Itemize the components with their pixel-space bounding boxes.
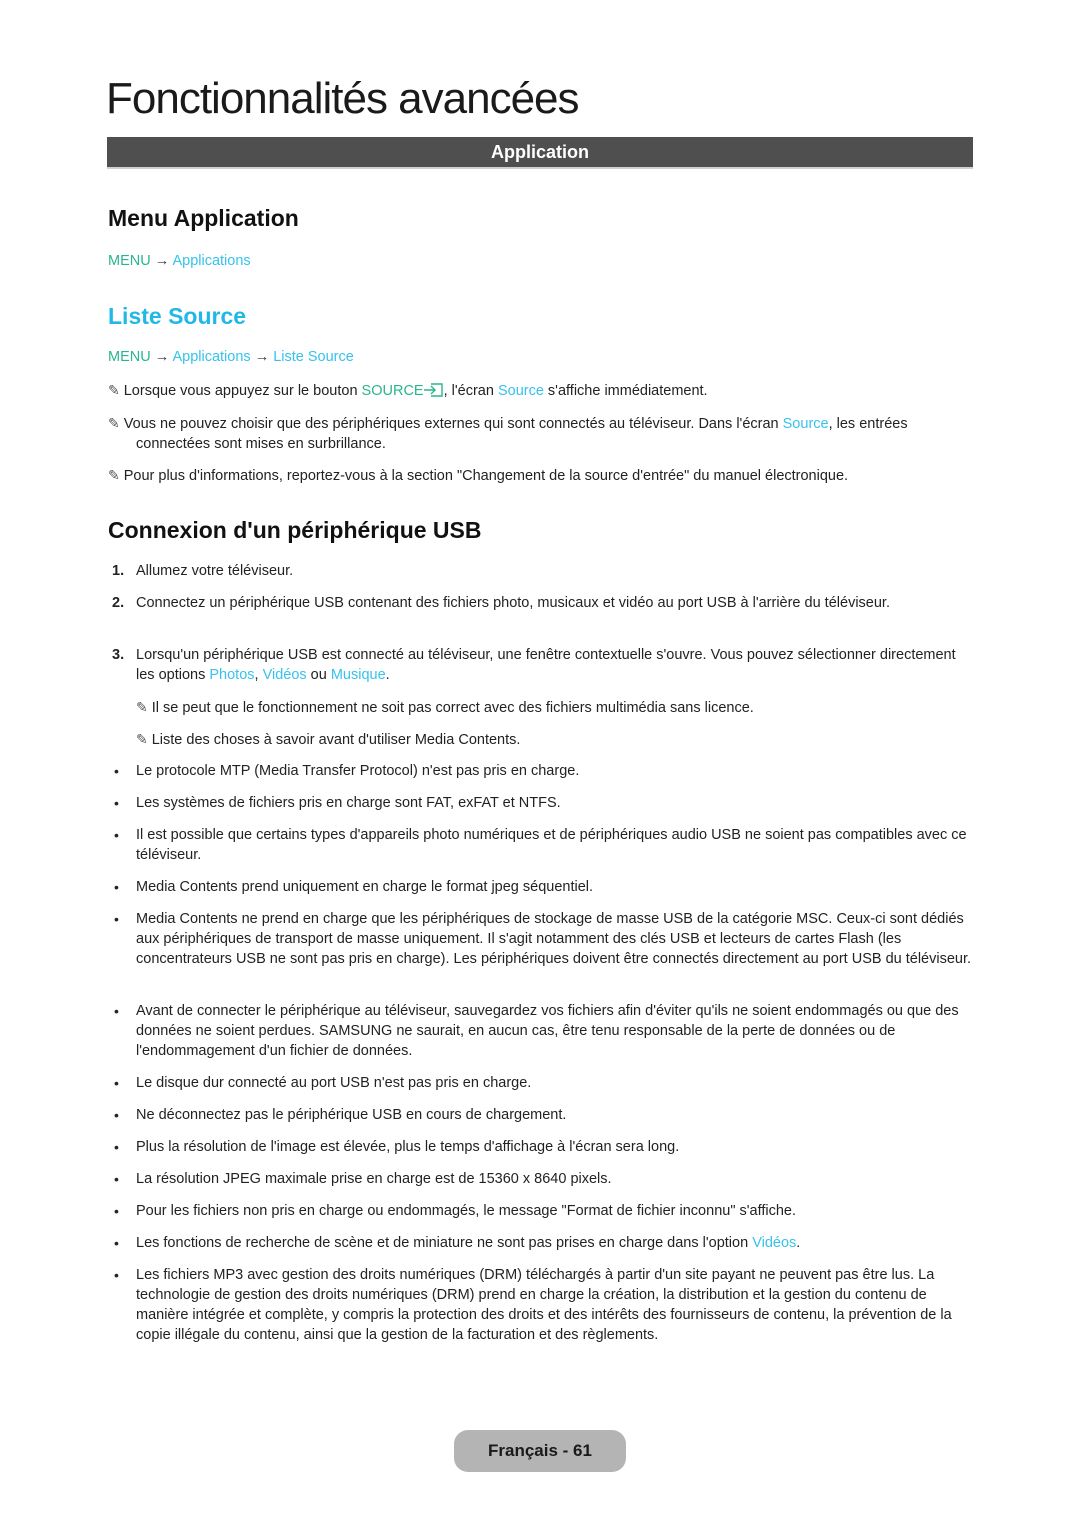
bullet-item: • Le protocole MTP (Media Transfer Protoc… bbox=[114, 763, 580, 779]
bullet-item: • Media Contents prend uniquement en char… bbox=[114, 879, 594, 895]
note-pencil-icon: ✎ bbox=[136, 731, 148, 747]
bullet-icon: • bbox=[114, 1171, 119, 1187]
breadcrumb-menu-application: MENU → Applications bbox=[108, 253, 251, 269]
source-link: Source bbox=[782, 416, 829, 432]
menu-application-heading: Menu Application bbox=[108, 205, 299, 231]
source-input-icon bbox=[423, 383, 443, 397]
note-pencil-icon: ✎ bbox=[108, 382, 120, 398]
note-license: ✎ Il se peut que le fonctionnement ne soi… bbox=[136, 699, 754, 716]
option-videos: Vidéos bbox=[262, 667, 307, 683]
breadcrumb-applications[interactable]: Applications bbox=[172, 349, 250, 365]
bullet-icon: • bbox=[114, 827, 119, 843]
bullet-item: • Les systèmes de fichiers pris en charge… bbox=[114, 795, 561, 811]
videos-link: Vidéos bbox=[752, 1235, 797, 1251]
bullet-item: • Pour les fichiers non pris en charge ou… bbox=[114, 1203, 796, 1219]
bullet-item: • Il est possible que certains types d'ap… bbox=[114, 827, 967, 863]
page-number-label: Français - 61 bbox=[488, 1441, 592, 1460]
bullet-item: • Avant de connecter le périphérique au t… bbox=[114, 1003, 959, 1059]
note-more-info: ✎ Pour plus d'informations, reportez-vous… bbox=[108, 467, 849, 484]
section-bar: Application bbox=[107, 137, 973, 169]
page-title: Fonctionnalités avancées bbox=[106, 74, 580, 123]
step-item: 1. Allumez votre téléviseur. bbox=[112, 563, 294, 579]
step-item: 2. Connectez un périphérique USB contena… bbox=[112, 595, 890, 611]
breadcrumb-arrow: → bbox=[254, 349, 270, 365]
note-media-contents: ✎ Liste des choses à savoir avant d'utili… bbox=[136, 731, 521, 748]
option-photos: Photos bbox=[209, 667, 255, 683]
bullet-icon: • bbox=[114, 1107, 119, 1123]
bullet-icon: • bbox=[114, 1075, 119, 1091]
breadcrumb-applications[interactable]: Applications bbox=[172, 253, 250, 269]
bullet-icon: • bbox=[114, 879, 119, 895]
note-external-devices: ✎ Vous ne pouvez choisir que des périphér… bbox=[108, 415, 908, 452]
bullet-icon: • bbox=[114, 763, 119, 779]
bullet-icon: • bbox=[114, 1139, 119, 1155]
bullet-item: • Plus la résolution de l'image est élevé… bbox=[114, 1139, 680, 1155]
section-bar-label: Application bbox=[491, 141, 589, 162]
step-item: 3. Lorsqu'un périphérique USB est connec… bbox=[112, 647, 956, 683]
source-link: Source bbox=[497, 383, 544, 399]
breadcrumb-arrow: → bbox=[154, 349, 170, 365]
page-number-badge: Français - 61 bbox=[454, 1430, 626, 1472]
bullet-icon: • bbox=[114, 911, 119, 927]
bullet-item: • Les fonctions de recherche de scène et … bbox=[114, 1235, 801, 1251]
breadcrumb-menu[interactable]: MENU bbox=[108, 349, 151, 365]
note-pencil-icon: ✎ bbox=[136, 699, 148, 715]
breadcrumb-liste-source[interactable]: Liste Source bbox=[273, 349, 354, 365]
breadcrumb-arrow: → bbox=[154, 253, 170, 269]
source-button-label: SOURCE bbox=[361, 383, 424, 399]
note-pencil-icon: ✎ bbox=[108, 467, 120, 483]
bullet-item: • La résolution JPEG maximale prise en ch… bbox=[114, 1171, 612, 1187]
bullet-item: • Le disque dur connecté au port USB n'es… bbox=[114, 1075, 532, 1091]
liste-source-heading: Liste Source bbox=[108, 303, 247, 329]
bullet-icon: • bbox=[114, 1235, 119, 1251]
breadcrumb-menu[interactable]: MENU bbox=[108, 253, 151, 269]
option-musique: Musique bbox=[330, 667, 386, 683]
bullet-item: • Les fichiers MP3 avec gestion des droit… bbox=[114, 1267, 952, 1343]
note-source-button: ✎ Lorsque vous appuyez sur le bouton SOUR… bbox=[108, 382, 708, 399]
bullet-icon: • bbox=[114, 1003, 119, 1019]
usb-heading: Connexion d'un périphérique USB bbox=[108, 517, 482, 543]
bullet-icon: • bbox=[114, 1267, 119, 1283]
breadcrumb-liste-source: MENU → Applications → Liste Source bbox=[108, 349, 354, 365]
bullet-item: • Ne déconnectez pas le périphérique USB … bbox=[114, 1107, 567, 1123]
bullet-icon: • bbox=[114, 795, 119, 811]
bullet-icon: • bbox=[114, 1203, 119, 1219]
bullet-item: • Media Contents ne prend en charge que l… bbox=[114, 911, 972, 967]
note-pencil-icon: ✎ bbox=[108, 415, 120, 431]
